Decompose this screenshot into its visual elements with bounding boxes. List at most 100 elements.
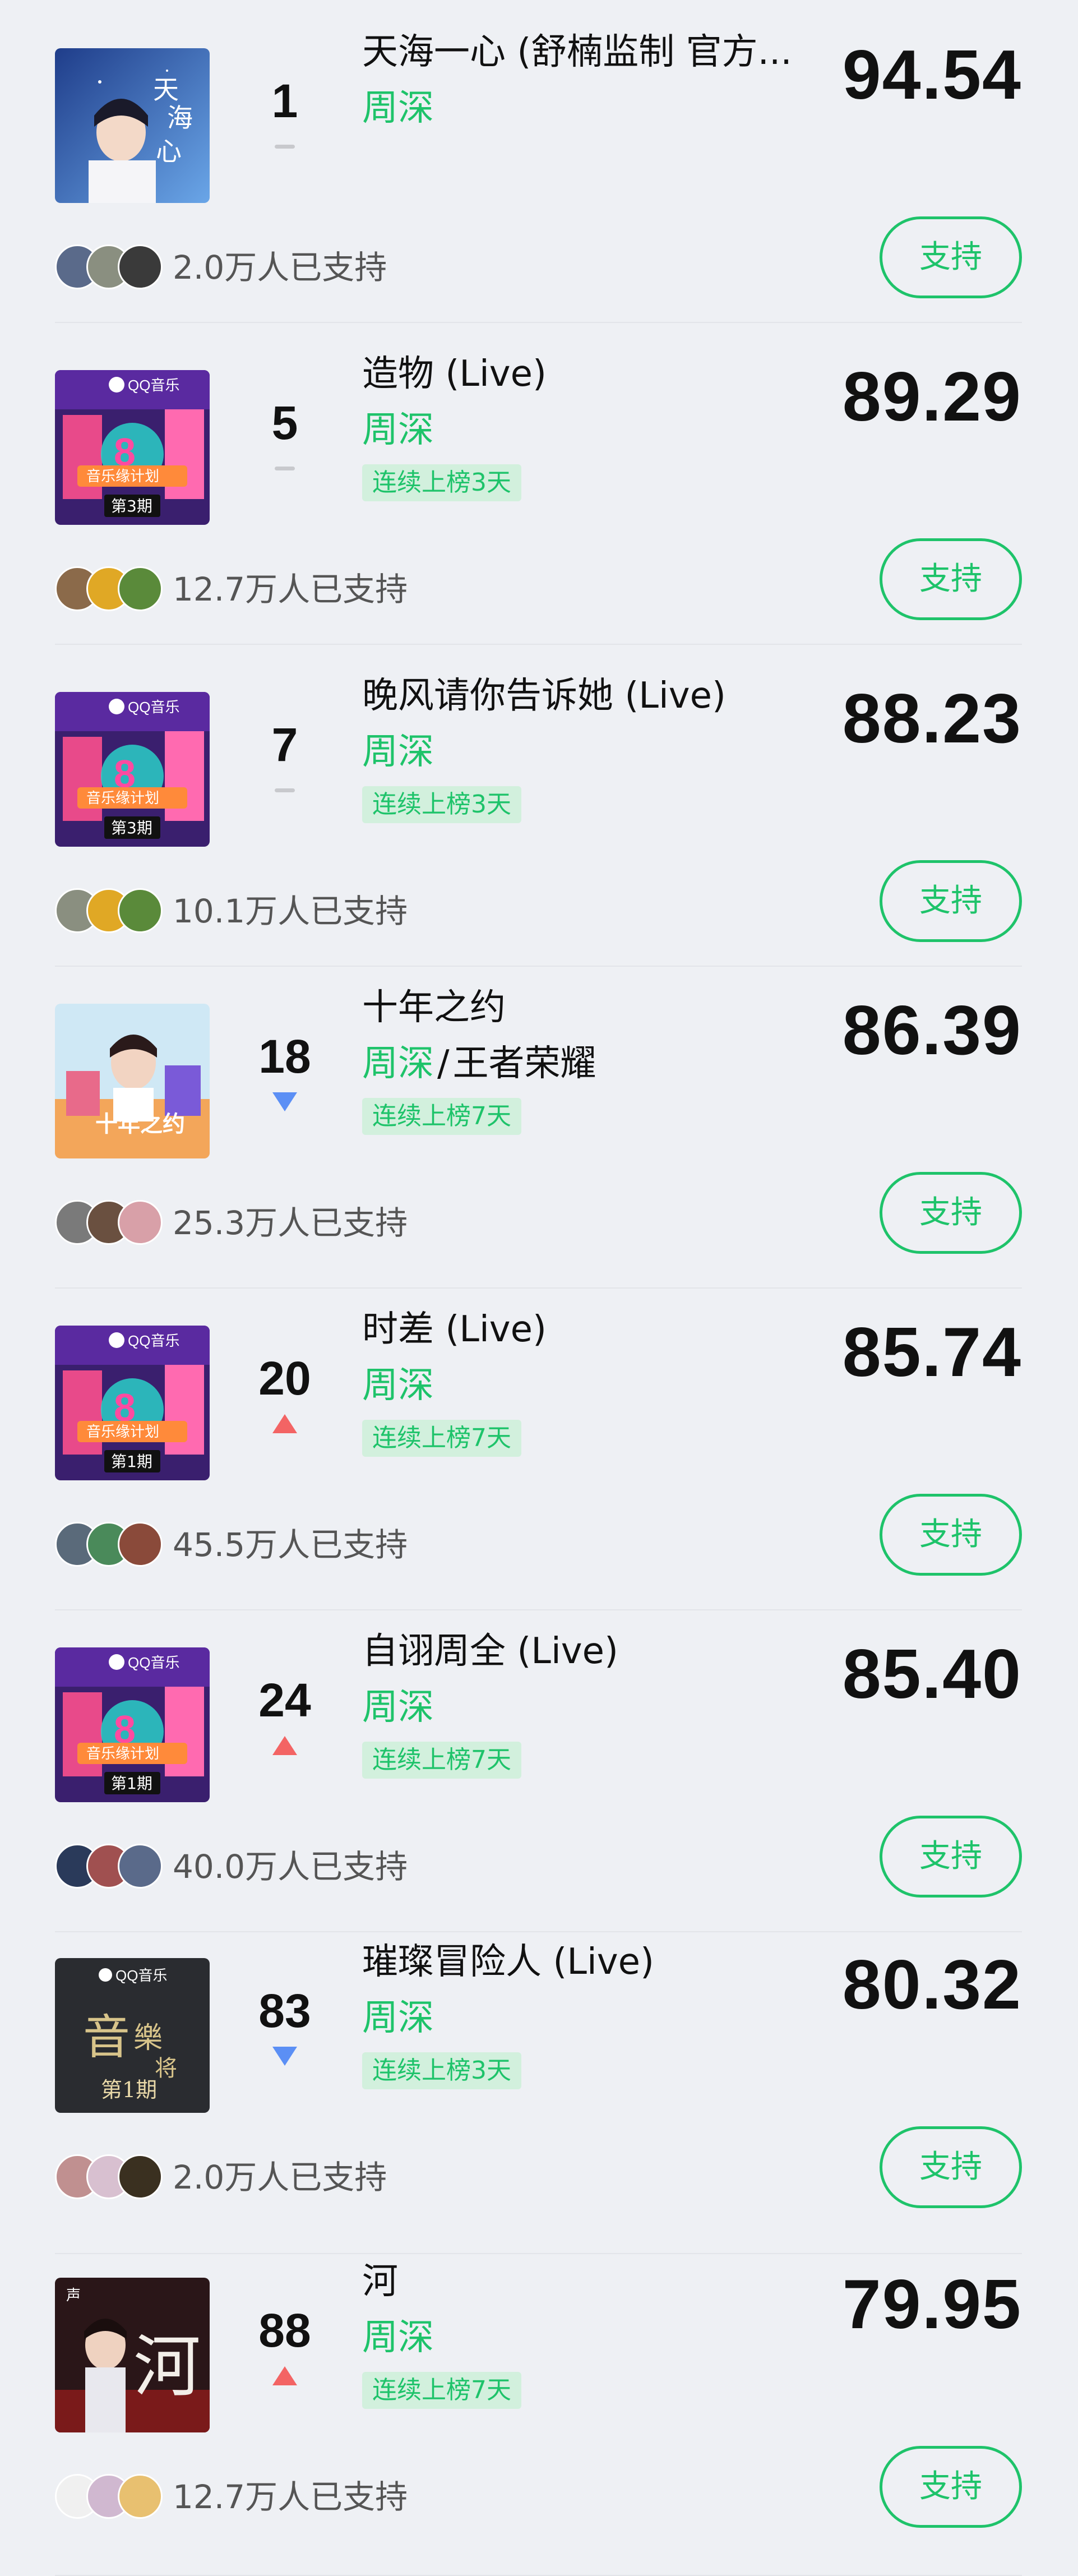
svg-text:第3期: 第3期 xyxy=(111,819,152,837)
song-title[interactable]: 璀璨冒险人 (Live) xyxy=(362,1937,889,1987)
song-title[interactable]: 时差 (Live) xyxy=(362,1304,889,1355)
trend-unchanged-dash-icon xyxy=(272,137,297,156)
artist-name[interactable]: 周深 xyxy=(362,1687,434,1728)
album-cover[interactable]: QQ音乐 8 音乐缘计划 第1期 xyxy=(55,1647,210,1802)
album-cover[interactable]: 河 声 xyxy=(55,2278,210,2432)
trend-up-arrow-icon xyxy=(272,1736,297,1755)
supporter-avatars xyxy=(55,2474,167,2519)
rank-block: 20 xyxy=(234,1350,335,1433)
song-title[interactable]: 造物 (Live) xyxy=(362,349,889,399)
rank-block: 18 xyxy=(234,1028,335,1111)
chart-song-row[interactable]: QQ音乐 8 音乐缘计划 第1期 24 自诩周全 (Live) 周深 连续上榜7… xyxy=(55,1609,1022,1932)
svg-text:天: 天 xyxy=(153,75,179,105)
artist-name[interactable]: 周深 xyxy=(362,409,434,451)
artist-separator: / xyxy=(437,1043,450,1084)
svg-text:音乐缘计划: 音乐缘计划 xyxy=(86,1746,159,1762)
supporter-avatar xyxy=(118,566,163,611)
supporter-avatar xyxy=(118,888,163,933)
supporter-avatar xyxy=(118,1844,163,1889)
artist-line: 周深 xyxy=(362,1682,434,1733)
song-title[interactable]: 自诩周全 (Live) xyxy=(362,1626,889,1677)
album-cover[interactable]: 天 海 心 xyxy=(55,48,210,203)
chart-song-row[interactable]: QQ音乐 8 音乐缘计划 第3期 5 造物 (Live) 周深 连续上榜3天 8… xyxy=(55,322,1022,645)
song-score: 80.32 xyxy=(842,1946,1022,2024)
svg-text:第3期: 第3期 xyxy=(111,497,152,515)
artist-name[interactable]: 周深 xyxy=(362,1043,434,1084)
artist-line: 周深 xyxy=(362,1360,434,1411)
supporter-count: 10.1万人已支持 xyxy=(173,892,408,930)
chart-song-row[interactable]: QQ音乐 8 音乐缘计划 第3期 7 晚风请你告诉她 (Live) 周深 连续上… xyxy=(55,644,1022,967)
streak-badge: 连续上榜3天 xyxy=(362,464,521,501)
rank-block: 83 xyxy=(234,1983,335,2066)
album-cover[interactable]: QQ音乐 8 音乐缘计划 第1期 xyxy=(55,1326,210,1480)
artist-line: 周深 xyxy=(362,83,434,133)
supporter-avatar xyxy=(118,1522,163,1567)
trend-down-arrow-icon xyxy=(272,1092,297,1111)
supporter-count: 45.5万人已支持 xyxy=(173,1526,408,1564)
rank-block: 24 xyxy=(234,1672,335,1755)
support-button[interactable]: 支持 xyxy=(880,2446,1022,2528)
rank-block: 88 xyxy=(234,2302,335,2385)
svg-text:QQ音乐: QQ音乐 xyxy=(128,1654,179,1671)
song-score: 89.29 xyxy=(842,358,1022,436)
artist-line: 周深 xyxy=(362,2312,434,2363)
support-button[interactable]: 支持 xyxy=(880,1172,1022,1254)
svg-text:将: 将 xyxy=(155,2056,177,2081)
svg-text:QQ音乐: QQ音乐 xyxy=(128,699,179,715)
support-button[interactable]: 支持 xyxy=(880,216,1022,298)
song-score: 85.74 xyxy=(842,1314,1022,1391)
support-button[interactable]: 支持 xyxy=(880,538,1022,620)
supporter-avatars xyxy=(55,888,167,933)
svg-text:海: 海 xyxy=(167,103,193,133)
song-title[interactable]: 晚风请你告诉她 (Live) xyxy=(362,671,889,721)
song-score: 88.23 xyxy=(842,680,1022,758)
supporter-avatars xyxy=(55,566,167,611)
supporter-count: 25.3万人已支持 xyxy=(173,1204,408,1242)
chart-song-row[interactable]: 十年之约 18 十年之约 周深/王者荣耀 连续上榜7天 86.39 25.3万人… xyxy=(55,966,1022,1289)
chart-song-row[interactable]: 天 海 心 1 天海一心 (舒楠监制 官方... 周深 94.54 2.0万人已… xyxy=(55,0,1022,323)
svg-text:十年之约: 十年之约 xyxy=(95,1111,185,1137)
svg-text:QQ音乐: QQ音乐 xyxy=(115,1967,167,1984)
rank-number: 5 xyxy=(271,396,298,449)
supporter-avatar xyxy=(118,244,163,289)
song-title[interactable]: 天海一心 (舒楠监制 官方... xyxy=(362,27,889,77)
streak-badge: 连续上榜7天 xyxy=(362,2372,521,2409)
artist-name[interactable]: 周深 xyxy=(362,87,434,129)
svg-text:第1期: 第1期 xyxy=(111,1452,152,1471)
artist-name[interactable]: 周深 xyxy=(362,1997,434,2039)
supporter-avatars xyxy=(55,1200,167,1245)
song-title[interactable]: 河 xyxy=(362,2256,889,2307)
supporter-count: 2.0万人已支持 xyxy=(173,248,387,287)
trend-unchanged-dash-icon xyxy=(272,459,297,478)
support-button[interactable]: 支持 xyxy=(880,2126,1022,2208)
chart-song-row[interactable]: 河 声 88 河 周深 连续上榜7天 79.95 12.7万人已支持 支持 xyxy=(55,2253,1022,2576)
album-cover[interactable]: QQ音乐 8 音乐缘计划 第3期 xyxy=(55,692,210,847)
artist-name[interactable]: 周深 xyxy=(362,1365,434,1406)
album-cover[interactable]: QQ音乐 音 樂 将 第1期 xyxy=(55,1958,210,2113)
song-title[interactable]: 十年之约 xyxy=(362,982,889,1033)
song-score: 94.54 xyxy=(842,36,1022,114)
streak-badge: 连续上榜3天 xyxy=(362,2052,521,2089)
chart-song-row[interactable]: QQ音乐 8 音乐缘计划 第1期 20 时差 (Live) 周深 连续上榜7天 … xyxy=(55,1287,1022,1610)
streak-badge: 连续上榜7天 xyxy=(362,1420,521,1457)
svg-text:QQ音乐: QQ音乐 xyxy=(128,1332,179,1349)
album-cover[interactable]: 十年之约 xyxy=(55,1004,210,1158)
artist-name-secondary[interactable]: 王者荣耀 xyxy=(453,1043,596,1084)
trend-unchanged-dash-icon xyxy=(272,781,297,800)
support-button[interactable]: 支持 xyxy=(880,860,1022,942)
support-button[interactable]: 支持 xyxy=(880,1816,1022,1898)
rank-number: 83 xyxy=(258,1984,311,2037)
svg-text:音: 音 xyxy=(83,2010,130,2065)
svg-text:声: 声 xyxy=(66,2287,81,2304)
song-score: 86.39 xyxy=(842,992,1022,1069)
rank-number: 20 xyxy=(258,1352,311,1405)
support-button[interactable]: 支持 xyxy=(880,1494,1022,1576)
album-cover[interactable]: QQ音乐 8 音乐缘计划 第3期 xyxy=(55,370,210,525)
artist-name[interactable]: 周深 xyxy=(362,2317,434,2358)
trend-down-arrow-icon xyxy=(272,2047,297,2066)
svg-text:第1期: 第1期 xyxy=(101,2078,157,2102)
svg-text:第1期: 第1期 xyxy=(111,1774,152,1793)
artist-name[interactable]: 周深 xyxy=(362,731,434,773)
chart-song-row[interactable]: QQ音乐 音 樂 将 第1期 83 璀璨冒险人 (Live) 周深 连续上榜3天… xyxy=(55,1931,1022,2254)
supporter-avatar xyxy=(118,1200,163,1245)
